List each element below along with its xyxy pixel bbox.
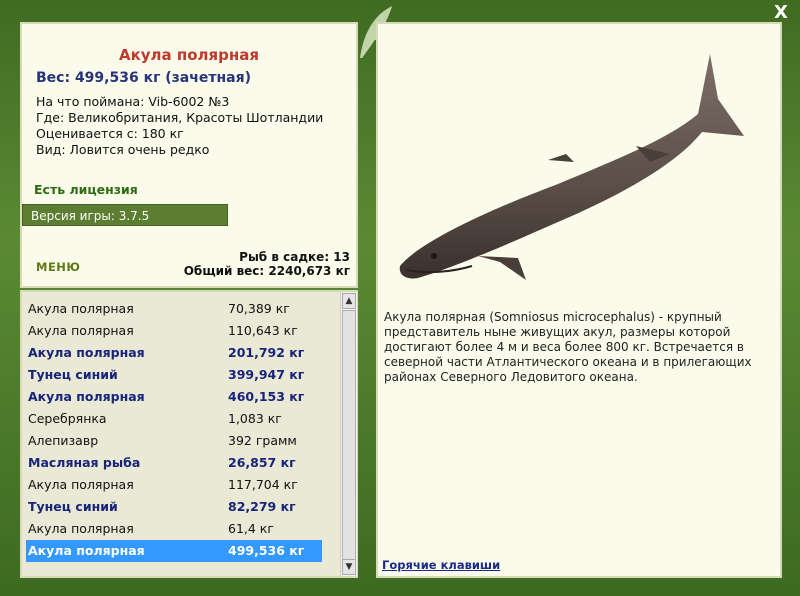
fish-count: Рыб в садке: 13 bbox=[239, 250, 350, 264]
fish-weight-cell: 499,536 кг bbox=[228, 543, 305, 558]
fish-title: Акула полярная bbox=[118, 46, 260, 64]
fish-name: Акула полярная bbox=[28, 323, 134, 338]
fish-weight-cell: 1,083 кг bbox=[228, 411, 282, 426]
fish-weight-cell: 26,857 кг bbox=[228, 455, 296, 470]
fish-name: Тунец синий bbox=[28, 499, 118, 514]
scroll-thumb[interactable] bbox=[342, 310, 356, 560]
list-item[interactable]: Серебрянка 1,083 кг bbox=[26, 408, 322, 430]
list-item[interactable]: Акула полярная 460,153 кг bbox=[26, 386, 322, 408]
shark-image bbox=[399, 54, 744, 280]
scrollbar[interactable]: ▲ ▼ bbox=[340, 292, 357, 576]
close-icon[interactable]: X bbox=[770, 2, 792, 24]
fish-weight: Вес: 499,536 кг (зачетная) bbox=[36, 70, 251, 86]
fish-weight-cell: 201,792 кг bbox=[228, 345, 305, 360]
fish-name: Тунец синий bbox=[28, 367, 118, 382]
fish-description: Акула полярная (Somniosus microcephalus)… bbox=[384, 310, 752, 384]
list-item[interactable]: Тунец синий 399,947 кг bbox=[26, 364, 322, 386]
list-item[interactable]: Акула полярная 61,4 кг bbox=[26, 518, 322, 540]
fish-weight-cell: 61,4 кг bbox=[228, 521, 274, 536]
fish-name: Алепизавр bbox=[28, 433, 99, 448]
list-item[interactable]: Акула полярная 110,643 кг bbox=[26, 320, 322, 342]
list-item[interactable]: Тунец синий 82,279 кг bbox=[26, 496, 322, 518]
fish-name: Акула полярная bbox=[28, 543, 145, 558]
fish-name: Акула полярная bbox=[28, 389, 145, 404]
fish-name: Акула полярная bbox=[28, 477, 134, 492]
menu-button[interactable]: МЕНЮ bbox=[36, 260, 80, 274]
caught-with: На что поймана: Vib-6002 №3 bbox=[36, 94, 230, 109]
game-version: Версия игры: 3.7.5 bbox=[22, 204, 228, 226]
location: Где: Великобритания, Красоты Шотландии bbox=[36, 110, 324, 125]
list-item[interactable]: Акула полярная 70,389 кг bbox=[26, 298, 322, 320]
fish-name: Акула полярная bbox=[28, 345, 145, 360]
fish-name: Акула полярная bbox=[28, 301, 134, 316]
list-item[interactable]: Акула полярная 201,792 кг bbox=[26, 342, 322, 364]
scroll-up-icon[interactable]: ▲ bbox=[342, 293, 356, 309]
rarity: Вид: Ловится очень редко bbox=[36, 142, 210, 157]
fish-weight-cell: 392 грамм bbox=[228, 433, 297, 448]
fish-weight-cell: 399,947 кг bbox=[228, 367, 305, 382]
fish-name: Акула полярная bbox=[28, 521, 134, 536]
fish-detail-panel: Акула полярная (Somniosus microcephalus)… bbox=[376, 22, 782, 578]
list-item[interactable]: Акула полярная 117,704 кг bbox=[26, 474, 322, 496]
fish-weight-cell: 82,279 кг bbox=[228, 499, 296, 514]
list-item[interactable]: Акула полярная 499,536 кг bbox=[26, 540, 322, 562]
catch-list[interactable]: Акула полярная 70,389 кг Акула полярная 110… bbox=[20, 290, 358, 578]
fish-weight-cell: 117,704 кг bbox=[228, 477, 298, 492]
total-weight: Общий вес: 2240,673 кг bbox=[183, 264, 350, 278]
fish-info-panel: Акула полярная Вес: 499,536 кг (зачетная… bbox=[20, 22, 358, 288]
scroll-down-icon[interactable]: ▼ bbox=[342, 559, 356, 575]
license-status: Есть лицензия bbox=[34, 182, 138, 197]
hotkeys-link[interactable]: Горячие клавиши bbox=[382, 558, 500, 572]
list-item[interactable]: Алепизавр 392 грамм bbox=[26, 430, 322, 452]
fish-weight-cell: 460,153 кг bbox=[228, 389, 305, 404]
list-item[interactable]: Масляная рыба 26,857 кг bbox=[26, 452, 322, 474]
fish-weight-cell: 110,643 кг bbox=[228, 323, 298, 338]
fish-name: Масляная рыба bbox=[28, 455, 141, 470]
fish-name: Серебрянка bbox=[28, 411, 107, 426]
fish-weight-cell: 70,389 кг bbox=[228, 301, 290, 316]
valued-from: Оценивается с: 180 кг bbox=[36, 126, 184, 141]
